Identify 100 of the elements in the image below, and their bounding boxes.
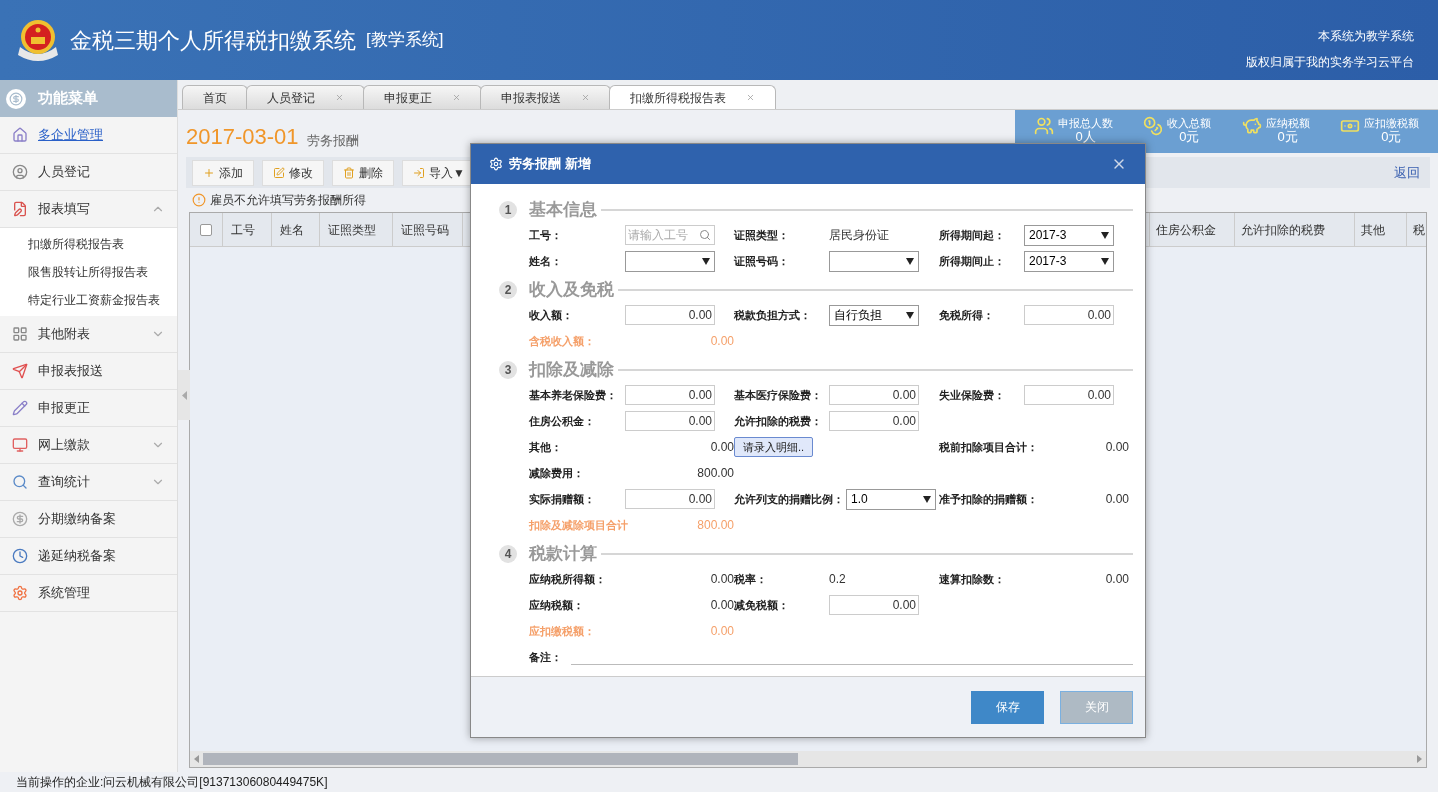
- submenu-item[interactable]: 限售股转让所得报告表: [0, 258, 177, 286]
- field-label: 基本养老保险费：: [529, 387, 618, 403]
- sidebar-item[interactable]: 系统管理: [0, 575, 177, 612]
- menu-icon: [12, 548, 28, 564]
- toolbar-button[interactable]: 添加: [192, 159, 254, 186]
- menu-icon: [12, 511, 28, 527]
- toolbar-button[interactable]: 修改: [262, 159, 324, 186]
- column-header: 其他: [1354, 213, 1406, 246]
- amount-field[interactable]: 0.00: [1024, 305, 1114, 325]
- scroll-right-icon[interactable]: [1417, 755, 1422, 763]
- header-note: 版权归属于我的实务学习云平台: [1246, 54, 1414, 71]
- caret-icon: [1101, 231, 1109, 239]
- field-label: 减免税额：: [734, 597, 790, 613]
- column-header: 住房公积金: [1149, 213, 1234, 246]
- caret-icon: [923, 495, 931, 503]
- submenu-item[interactable]: 扣缴所得税报告表: [0, 230, 177, 258]
- sidebar-item[interactable]: 其他附表: [0, 316, 177, 353]
- step-number: 3: [499, 361, 517, 379]
- toolbar-icon: [203, 166, 215, 179]
- scrollbar-thumb[interactable]: [203, 753, 798, 765]
- amount-field[interactable]: 0.00: [625, 489, 715, 509]
- stat-label: 应扣缴税额: [1363, 115, 1419, 130]
- report-date: 2017-03-01: [186, 123, 299, 151]
- tab[interactable]: 扣缴所得税报告表: [609, 85, 776, 109]
- close-icon[interactable]: [746, 93, 755, 102]
- menu-icon: [12, 585, 28, 601]
- tab[interactable]: 人员登记: [246, 85, 365, 109]
- employee-id-field[interactable]: 请输入工号: [625, 225, 715, 245]
- value-text: 0.00: [709, 597, 734, 614]
- sidebar-item[interactable]: 多企业管理: [0, 117, 177, 154]
- field-label: 税率：: [734, 571, 768, 587]
- toolbar-icon: [413, 166, 425, 179]
- select-field[interactable]: 自行负担: [829, 304, 919, 326]
- field-label: 证照号码：: [734, 253, 790, 269]
- value-text: 800.00: [696, 465, 734, 482]
- section-title: 收入及免税: [529, 279, 614, 302]
- select-all-checkbox[interactable]: [200, 223, 212, 236]
- collapse-handle[interactable]: [178, 370, 190, 420]
- tab[interactable]: 申报表报送: [480, 85, 611, 109]
- amount-field[interactable]: 0.00: [1024, 385, 1114, 405]
- stat-icon: [1034, 115, 1055, 136]
- amount-field[interactable]: 0.00: [625, 305, 715, 325]
- toolbar-icon: [343, 166, 355, 179]
- enter-details-button[interactable]: 请录入明细..: [734, 437, 814, 457]
- field-label: 基本医疗保险费：: [734, 387, 823, 403]
- column-header: 证照号码: [393, 213, 463, 246]
- stat-value: 0元: [1179, 129, 1200, 144]
- toolbar-button[interactable]: 删除: [332, 159, 394, 186]
- value-text: 800.00: [696, 517, 734, 534]
- column-header: 允许扣除的税费: [1234, 213, 1354, 246]
- amount-field[interactable]: 0.00: [829, 411, 919, 431]
- sidebar-item[interactable]: 申报更正: [0, 390, 177, 427]
- scroll-left-icon[interactable]: [194, 755, 199, 763]
- sidebar-item[interactable]: 查询统计: [0, 464, 177, 501]
- back-link[interactable]: 返回: [1394, 162, 1420, 183]
- search-icon[interactable]: [699, 229, 711, 241]
- value-text: 0.00: [709, 623, 734, 640]
- settings-icon: [489, 157, 503, 171]
- sidebar-item[interactable]: 递延纳税备案: [0, 538, 177, 575]
- stat-label: 应纳税额: [1265, 115, 1310, 130]
- field-label: 允许列支的捐赠比例：: [734, 491, 845, 507]
- step-number: 2: [499, 281, 517, 299]
- value-text: 0.00: [1104, 439, 1129, 456]
- close-icon[interactable]: [452, 93, 461, 102]
- submenu-item[interactable]: 特定行业工资薪金报告表: [0, 286, 177, 314]
- tab[interactable]: 首页: [182, 85, 248, 109]
- field-label: 允许扣除的税费：: [734, 413, 823, 429]
- close-icon[interactable]: [581, 93, 590, 102]
- field-label: 其他：: [529, 439, 563, 455]
- stat-value: 0元: [1277, 129, 1298, 144]
- amount-field[interactable]: 0.00: [625, 385, 715, 405]
- value-text: 0.00: [709, 333, 734, 350]
- sidebar-item[interactable]: 申报表报送: [0, 353, 177, 390]
- collapse-arrow-icon: [181, 390, 187, 400]
- toolbar-icon: [273, 166, 285, 179]
- select-field[interactable]: 2017-3: [1024, 224, 1114, 246]
- select-field[interactable]: [829, 250, 919, 272]
- select-field[interactable]: 1.0: [846, 488, 936, 510]
- select-field[interactable]: 2017-3: [1024, 250, 1114, 272]
- stat-icon: [1143, 115, 1164, 136]
- field-label: 证照类型：: [734, 227, 790, 243]
- field-label: 姓名：: [529, 253, 563, 269]
- horizontal-scrollbar[interactable]: [190, 751, 1426, 767]
- save-button[interactable]: 保存: [971, 690, 1044, 724]
- close-icon[interactable]: [335, 93, 344, 102]
- select-field[interactable]: [625, 250, 715, 272]
- field-label: 含税收入额：: [529, 333, 596, 349]
- sidebar-item[interactable]: 网上缴款: [0, 427, 177, 464]
- stat-label: 申报总人数: [1058, 115, 1114, 130]
- value-text: 0.00: [709, 571, 734, 588]
- field-label: 准予扣除的捐赠额：: [939, 491, 1039, 507]
- sidebar-item[interactable]: 分期缴纳备案: [0, 501, 177, 538]
- amount-field[interactable]: 0.00: [829, 385, 919, 405]
- tab[interactable]: 申报更正: [363, 85, 482, 109]
- field-label: 免税所得：: [939, 307, 995, 323]
- field-label: 税款负担方式：: [734, 307, 812, 323]
- amount-field[interactable]: 0.00: [829, 595, 919, 615]
- sidebar-item[interactable]: 人员登记: [0, 154, 177, 191]
- amount-field[interactable]: 0.00: [625, 411, 715, 431]
- column-header: 证照类型: [320, 213, 393, 246]
